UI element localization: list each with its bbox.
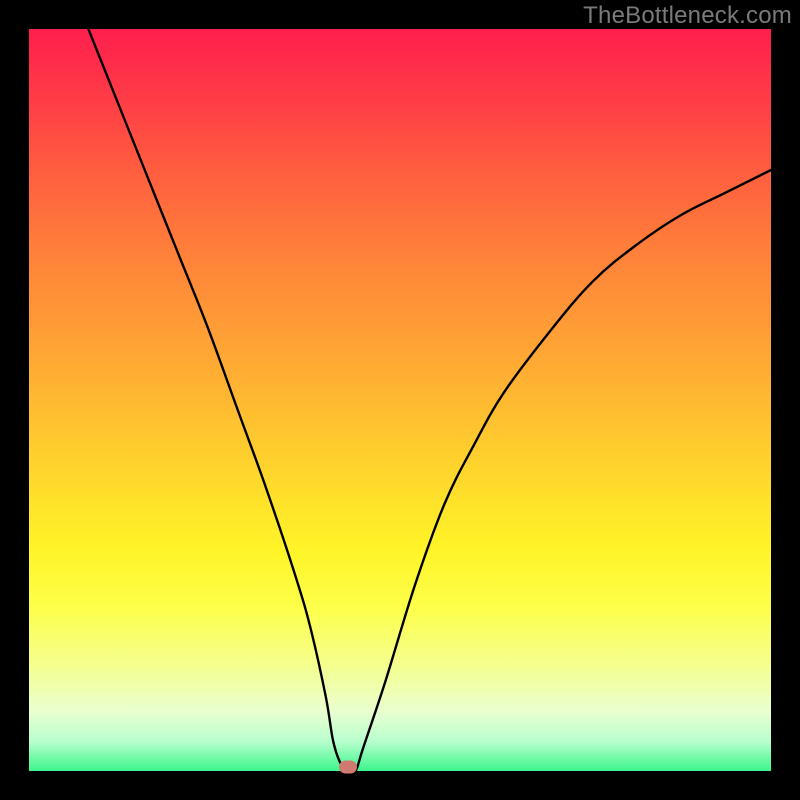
watermark-text: TheBottleneck.com xyxy=(583,2,792,30)
chart-frame: TheBottleneck.com xyxy=(0,0,800,800)
curve-svg xyxy=(29,29,771,771)
bottleneck-curve xyxy=(88,29,771,771)
chart-plot-area xyxy=(29,29,771,771)
minimum-marker xyxy=(339,761,357,774)
